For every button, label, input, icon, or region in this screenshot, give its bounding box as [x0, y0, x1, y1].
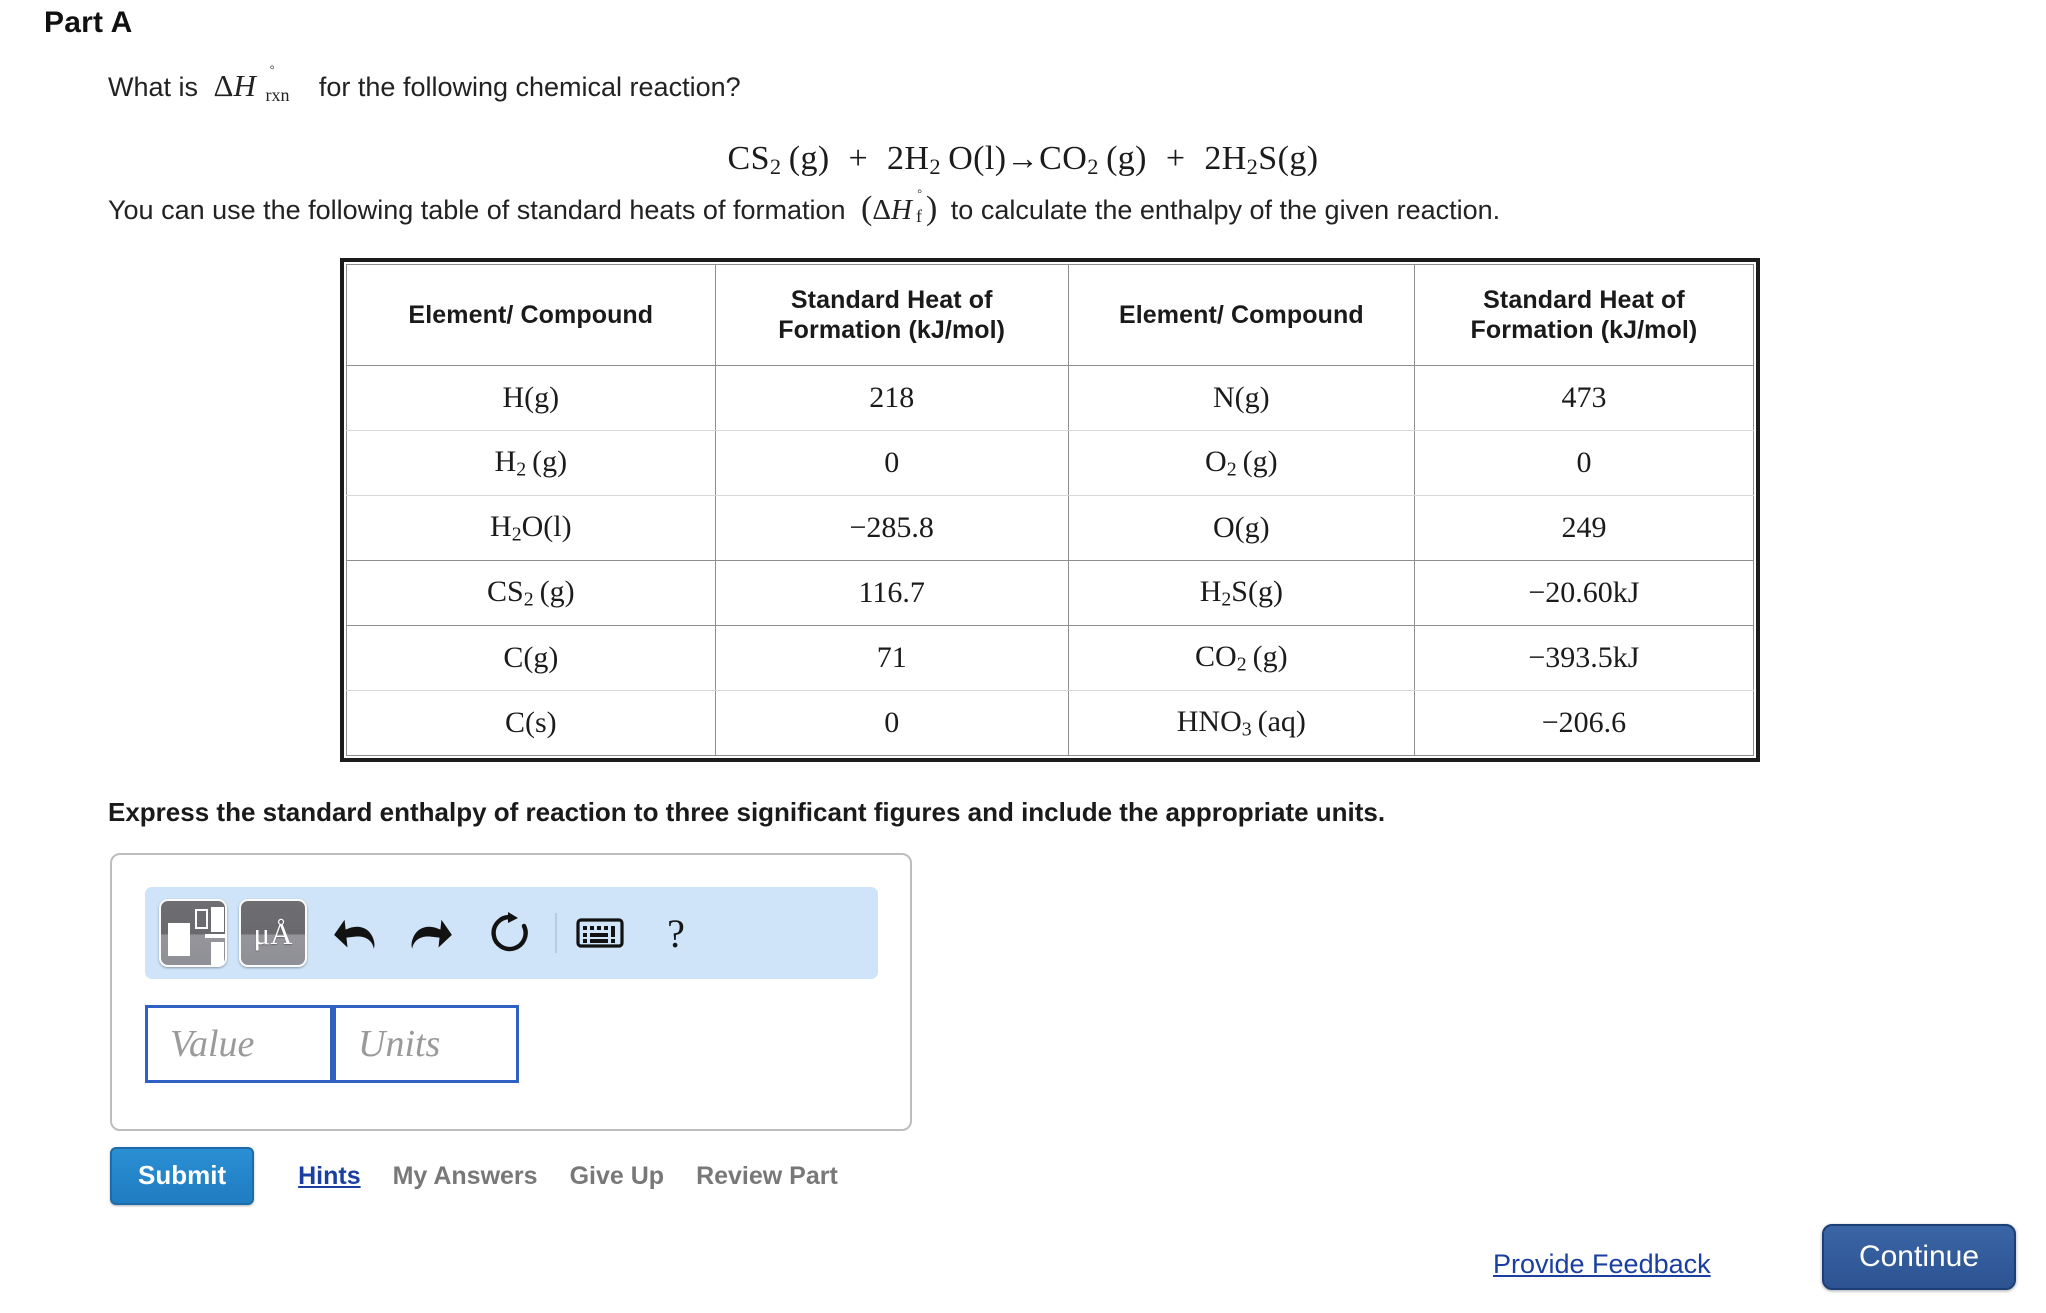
- question-suffix: for the following chemical reaction?: [318, 72, 741, 102]
- table-row: H(g) 218 N(g) 473: [346, 365, 1755, 431]
- plus-sign-2: +: [1165, 140, 1186, 177]
- degree-superscript-f: ◦: [917, 184, 923, 200]
- intro-before: You can use the following table of stand…: [108, 195, 846, 225]
- cell-right-species: O(g): [1067, 495, 1415, 561]
- cell-right-species: O2 (g): [1067, 430, 1415, 496]
- cell-right-value: −393.5kJ: [1413, 625, 1755, 691]
- units-icon-label: μÅ: [253, 916, 293, 951]
- redo-icon[interactable]: [397, 899, 467, 967]
- cell-left-value: 71: [714, 625, 1069, 691]
- header-heat-formation-2: Standard Heat of Formation (kJ/mol): [1413, 264, 1755, 366]
- degree-superscript: ◦: [269, 60, 275, 76]
- cell-left-species: H2O(l): [346, 495, 716, 561]
- paren-open: (: [861, 190, 873, 227]
- math-template-icon[interactable]: [159, 899, 227, 967]
- delta-h-rxn-symbol: ΔH ◦ rxn: [213, 60, 290, 105]
- answer-panel: μÅ ? Value Units: [110, 853, 912, 1131]
- my-answers-link[interactable]: My Answers: [393, 1162, 538, 1191]
- hints-link[interactable]: Hints: [298, 1162, 361, 1191]
- reactant-h2o: 2H2 O(l): [887, 140, 1007, 179]
- continue-button[interactable]: Continue: [1822, 1224, 2016, 1290]
- cell-right-species: CO2 (g): [1067, 625, 1415, 691]
- submit-row: Submit Hints My Answers Give Up Review P…: [110, 1147, 838, 1205]
- template-box-numerator: [211, 907, 224, 932]
- give-up-link[interactable]: Give Up: [570, 1162, 664, 1191]
- plus-sign-1: +: [848, 140, 869, 177]
- cell-left-species: H2 (g): [346, 430, 716, 496]
- page-title: Part A: [44, 6, 133, 39]
- help-icon[interactable]: ?: [647, 899, 705, 967]
- reactant-cs2: CS2 (g): [727, 140, 830, 179]
- cell-left-value: 0: [714, 430, 1069, 496]
- header-element-compound-1: Element/ Compound: [346, 264, 716, 366]
- table-row: C(s) 0 HNO3 (aq) −206.6: [346, 690, 1755, 756]
- cell-left-value: −285.8: [714, 495, 1069, 561]
- template-box-denominator: [211, 942, 224, 965]
- answer-fields: [145, 1005, 519, 1083]
- cell-right-value: −206.6: [1413, 690, 1755, 756]
- keyboard-icon[interactable]: [569, 899, 631, 967]
- h-glyph-f: H: [891, 194, 912, 226]
- cell-left-value: 218: [714, 365, 1069, 431]
- intro-after: to calculate the enthalpy of the given r…: [950, 195, 1501, 225]
- delta-h-f-symbol: (ΔH ◦ f): [861, 184, 938, 228]
- cell-left-species: CS2 (g): [346, 560, 716, 626]
- h-glyph: H: [233, 68, 256, 103]
- cell-left-value: 116.7: [714, 560, 1069, 626]
- cell-right-value: 249: [1413, 495, 1755, 561]
- f-subscript: f: [916, 206, 923, 226]
- template-box-superscript: [195, 909, 208, 929]
- units-icon[interactable]: μÅ: [239, 899, 307, 967]
- cell-right-value: 0: [1413, 430, 1755, 496]
- cell-right-species: HNO3 (aq): [1067, 690, 1415, 756]
- header-element-compound-2: Element/ Compound: [1067, 264, 1415, 366]
- table-row: CS2 (g) 116.7 H2S(g) −20.60kJ: [346, 560, 1755, 626]
- header-heat-formation-1: Standard Heat of Formation (kJ/mol): [714, 264, 1069, 366]
- undo-icon[interactable]: [319, 899, 389, 967]
- cell-right-species: N(g): [1067, 365, 1415, 431]
- delta-glyph-f: Δ: [872, 194, 891, 226]
- cell-right-value: 473: [1413, 365, 1755, 431]
- question-prompt: What is ΔH ◦ rxn for the following chemica…: [108, 60, 741, 105]
- table-row: H2O(l) −285.8 O(g) 249: [346, 495, 1755, 561]
- submit-button[interactable]: Submit: [110, 1147, 255, 1205]
- units-input[interactable]: [333, 1005, 519, 1083]
- review-part-link[interactable]: Review Part: [696, 1162, 838, 1191]
- answer-instruction: Express the standard enthalpy of reactio…: [108, 797, 1386, 827]
- cell-left-species: H(g): [346, 365, 716, 431]
- heats-of-formation-table: Element/ Compound Standard Heat of Forma…: [340, 258, 1760, 762]
- template-box-large: [168, 923, 190, 956]
- cell-left-species: C(s): [346, 690, 716, 756]
- answer-toolbar: μÅ ?: [145, 887, 878, 979]
- cell-right-species: H2S(g): [1067, 560, 1415, 626]
- reaction-equation: CS2 (g) + 2H2 O(l)→CO2 (g) + 2H2S(g): [0, 140, 2046, 180]
- paren-close: ): [925, 190, 938, 227]
- toolbar-separator: [555, 913, 557, 953]
- provide-feedback-link[interactable]: Provide Feedback: [1493, 1249, 1711, 1280]
- table-row: C(g) 71 CO2 (g) −393.5kJ: [346, 625, 1755, 691]
- product-co2: CO2 (g): [1039, 140, 1147, 179]
- reset-icon[interactable]: [475, 899, 545, 967]
- table-intro-text: You can use the following table of stand…: [108, 184, 1501, 228]
- rxn-subscript: rxn: [265, 85, 290, 105]
- table-row: H2 (g) 0 O2 (g) 0: [346, 430, 1755, 496]
- value-input[interactable]: [145, 1005, 333, 1083]
- product-h2s: 2H2S(g): [1204, 140, 1319, 179]
- question-prefix: What is: [108, 72, 199, 102]
- reaction-arrow-icon: →: [1006, 140, 1040, 176]
- cell-left-value: 0: [714, 690, 1069, 756]
- template-fraction-bar: [205, 934, 225, 938]
- table-header-row: Element/ Compound Standard Heat of Forma…: [346, 264, 1755, 366]
- cell-right-value: −20.60kJ: [1413, 560, 1755, 626]
- cell-left-species: C(g): [346, 625, 716, 691]
- delta-glyph: Δ: [213, 68, 234, 103]
